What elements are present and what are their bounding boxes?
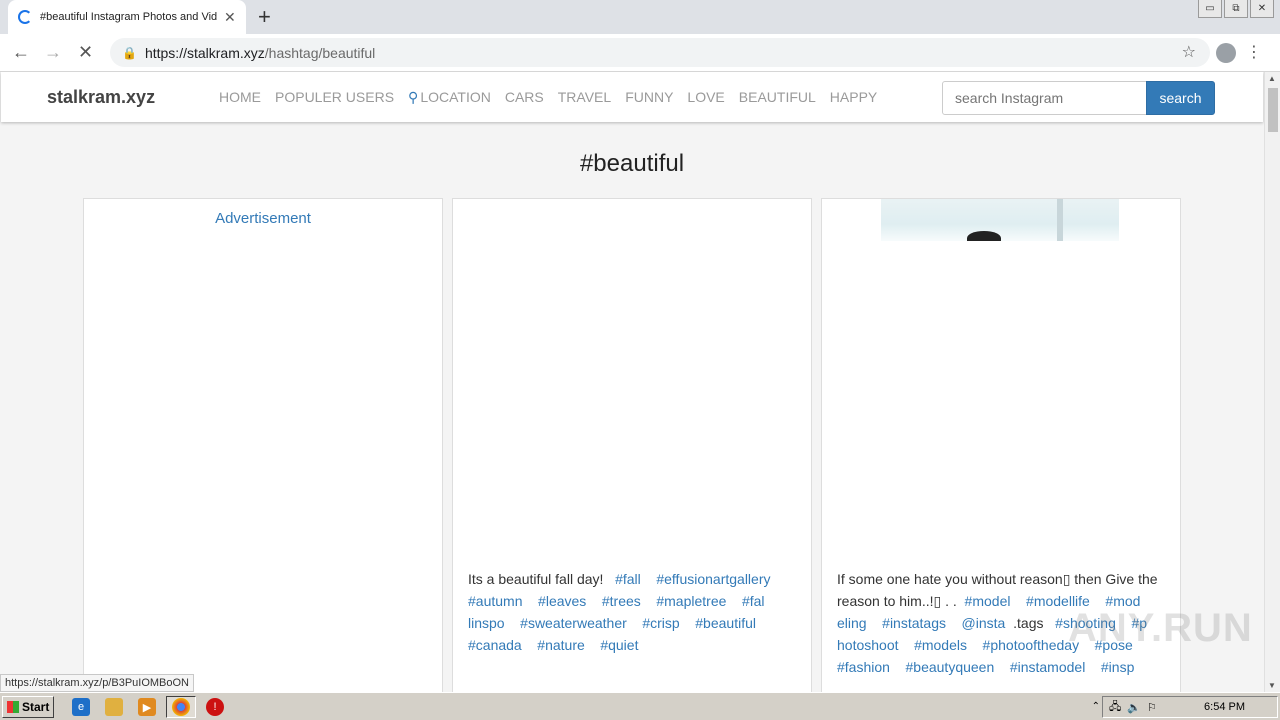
hashtag-link[interactable]: #photooftheday	[983, 637, 1080, 653]
post-image-detail	[1057, 199, 1063, 241]
volume-icon[interactable]: 🔈	[1127, 701, 1141, 714]
location-pin-icon: ⚲	[408, 89, 419, 105]
advertisement-label: Advertisement	[215, 210, 311, 227]
media-player-icon[interactable]: ▶	[138, 698, 156, 716]
post-image-subject	[967, 231, 1001, 241]
advertisement-card: Advertisement	[83, 198, 443, 692]
close-window-button[interactable]: ✕	[1250, 0, 1274, 18]
tab-strip: #beautiful Instagram Photos and Vid ✕ + …	[0, 0, 1280, 34]
bookmark-star-icon[interactable]: ☆	[1182, 42, 1196, 62]
internet-explorer-icon[interactable]: e	[72, 698, 90, 716]
hashtag-link[interactable]: #beautyqueen	[906, 659, 995, 675]
address-bar[interactable]: 🔒 https://stalkram.xyz /hashtag/beautifu…	[110, 38, 1210, 67]
menu-item-populer-users[interactable]: POPULER USERS	[275, 89, 394, 106]
hashtag-link[interactable]: #effusionartgallery	[656, 571, 770, 587]
start-button[interactable]: Start	[2, 696, 54, 718]
folder-icon[interactable]	[105, 698, 123, 716]
watermark: ANY.RUN	[1068, 606, 1253, 650]
alert-icon[interactable]: !	[206, 698, 224, 716]
menu-item-love[interactable]: LOVE	[687, 89, 724, 106]
loading-spinner-icon	[18, 10, 32, 24]
lock-icon: 🔒	[122, 45, 137, 60]
clock[interactable]: 6:54 PM	[1204, 701, 1245, 713]
minimize-button[interactable]: ▭	[1198, 0, 1222, 18]
post-card[interactable]: Its a beautiful fall day! #fall #effusio…	[452, 198, 812, 692]
restore-button[interactable]: ⧉	[1224, 0, 1248, 18]
hashtag-link[interactable]: #mapletree	[656, 593, 726, 609]
menu-item-home[interactable]: HOME	[219, 89, 261, 106]
network-icon[interactable]: 🖧	[1109, 698, 1121, 717]
new-tab-button[interactable]: +	[258, 4, 271, 30]
hashtag-link[interactable]: #quiet	[600, 637, 638, 653]
site-navbar: stalkram.xyz HOME POPULER USERS ⚲ LOCATI…	[1, 72, 1263, 122]
status-bar-url: https://stalkram.xyz/p/B3PuIOMBoON	[0, 674, 195, 692]
menu-item-happy[interactable]: HAPPY	[830, 89, 877, 106]
scrollbar-thumb[interactable]	[1268, 88, 1278, 132]
browser-menu-icon[interactable]: ⋮	[1246, 42, 1262, 62]
hashtag-link[interactable]: #instamodel	[1010, 659, 1086, 675]
site-brand[interactable]: stalkram.xyz	[47, 87, 155, 108]
search-button[interactable]: search	[1146, 81, 1215, 115]
caption-text: Its a beautiful fall day!	[468, 571, 604, 587]
hashtag-link[interactable]: #fashion	[837, 659, 890, 675]
hashtag-link[interactable]: #fall	[615, 571, 641, 587]
url-host: https://stalkram.xyz	[144, 44, 265, 61]
stop-loading-button[interactable]: ✕	[78, 42, 93, 63]
menu-item-travel[interactable]: TRAVEL	[558, 89, 611, 106]
tab-close-icon[interactable]: ✕	[224, 9, 236, 26]
caption-text: .tags	[1013, 615, 1044, 631]
back-button[interactable]: ←	[12, 42, 30, 63]
site-menu: HOME POPULER USERS ⚲ LOCATION CARS TRAVE…	[219, 89, 891, 106]
forward-button[interactable]: →	[44, 42, 62, 63]
url-path: /hashtag/beautiful	[264, 44, 376, 61]
page-title: #beautiful	[579, 150, 685, 177]
profile-avatar-icon[interactable]	[1216, 43, 1236, 63]
hashtag-link[interactable]: #sweaterweather	[520, 615, 627, 631]
window-controls: ▭ ⧉ ✕	[1198, 0, 1274, 18]
hashtag-link[interactable]: #model	[965, 593, 1011, 609]
post-image[interactable]	[881, 199, 1119, 241]
hashtag-link[interactable]: #crisp	[642, 615, 679, 631]
hashtag-link[interactable]: #autumn	[468, 593, 522, 609]
hashtag-link[interactable]: #trees	[602, 593, 641, 609]
action-center-flag-icon[interactable]: ⚐	[1147, 701, 1157, 714]
hashtag-link[interactable]: #instatags	[882, 615, 946, 631]
hashtag-link[interactable]: #leaves	[538, 593, 586, 609]
menu-item-funny[interactable]: FUNNY	[625, 89, 673, 106]
chrome-icon	[172, 698, 190, 716]
scroll-up-icon[interactable]: ▲	[1268, 74, 1276, 83]
menu-item-beautiful[interactable]: BEAUTIFUL	[739, 89, 816, 106]
page-viewport: stalkram.xyz HOME POPULER USERS ⚲ LOCATI…	[0, 72, 1264, 692]
menu-item-cars[interactable]: CARS	[505, 89, 544, 106]
scroll-down-icon[interactable]: ▼	[1268, 681, 1276, 690]
windows-taskbar: Start e ▶ ! ⌃ 🖧 🔈 ⚐ 6:54 PM	[0, 692, 1280, 720]
post-caption: Its a beautiful fall day! #fall #effusio…	[468, 568, 798, 656]
search-input[interactable]	[942, 81, 1147, 115]
hashtag-link[interactable]: #nature	[537, 637, 584, 653]
start-label: Start	[22, 700, 50, 714]
show-hidden-icons[interactable]: ⌃	[1092, 701, 1100, 712]
browser-toolbar: ← → ✕ 🔒 https://stalkram.xyz /hashtag/be…	[0, 34, 1280, 72]
mention-link[interactable]: @insta	[962, 615, 1006, 631]
hashtag-link[interactable]: #models	[914, 637, 967, 653]
page-scrollbar[interactable]: ▲ ▼	[1264, 72, 1280, 692]
system-tray: 🖧 🔈 ⚐ 6:54 PM	[1102, 696, 1278, 718]
windows-logo-icon	[7, 701, 19, 713]
hashtag-link[interactable]: #insp	[1101, 659, 1134, 675]
tab-title: #beautiful Instagram Photos and Vid	[40, 11, 218, 23]
hashtag-link[interactable]: #canada	[468, 637, 522, 653]
hashtag-link[interactable]: #beautiful	[695, 615, 756, 631]
menu-item-location[interactable]: LOCATION	[420, 89, 491, 106]
browser-tab[interactable]: #beautiful Instagram Photos and Vid ✕	[8, 0, 246, 34]
